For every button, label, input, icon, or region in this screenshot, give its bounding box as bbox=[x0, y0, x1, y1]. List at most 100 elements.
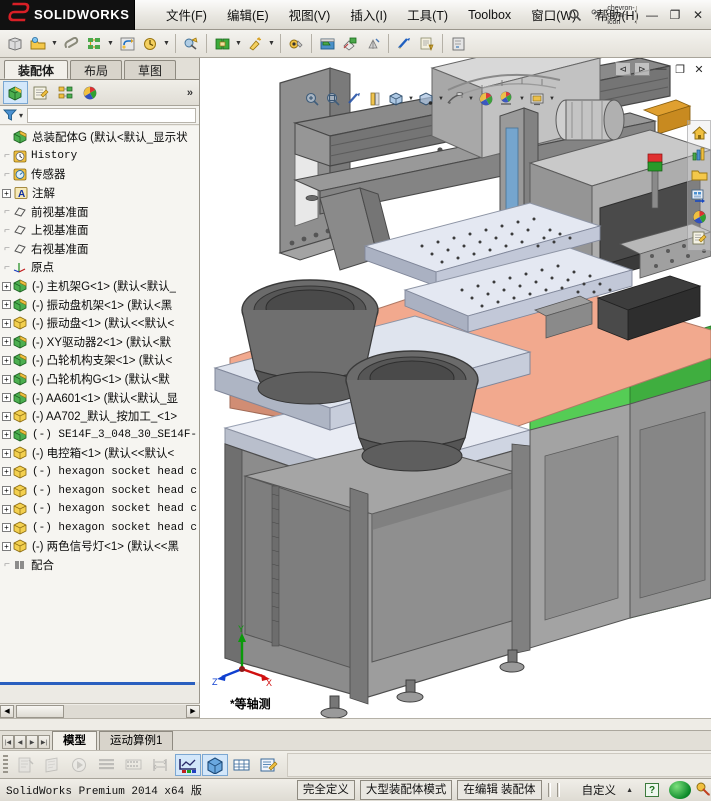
expand-toggle[interactable]: + bbox=[2, 541, 11, 551]
mass-properties-icon[interactable] bbox=[362, 33, 384, 55]
tree-item-component[interactable]: + (-) 主机架G<1> (默认<默认_ bbox=[0, 277, 199, 296]
select-icon[interactable] bbox=[180, 33, 202, 55]
redo-dropdown-arrow-icon[interactable]: ▼ bbox=[162, 33, 171, 55]
hide-show-arrow-icon[interactable]: ▼ bbox=[467, 89, 475, 109]
expand-toggle[interactable]: + bbox=[2, 188, 11, 198]
expand-panel-chevron-icon[interactable]: » bbox=[187, 87, 193, 99]
tree-item-component[interactable]: + (-) SE14F_3_048_30_SE14F- bbox=[0, 426, 199, 445]
new-document-icon[interactable] bbox=[4, 33, 26, 55]
tree-item-component[interactable]: + (-) 电控箱<1> (默认<<默认< bbox=[0, 444, 199, 463]
tree-item-history[interactable]: ⌐ History bbox=[0, 147, 199, 166]
expand-toggle[interactable]: + bbox=[2, 523, 11, 533]
display-style-arrow-icon[interactable]: ▼ bbox=[437, 89, 445, 109]
tree-item-annotations[interactable]: + A 注解 bbox=[0, 184, 199, 203]
menu-item-toolbox[interactable]: Toolbox bbox=[459, 4, 520, 26]
tree-item-mates[interactable]: ⌐ 配合 bbox=[0, 556, 199, 575]
close-button[interactable]: ✕ bbox=[687, 4, 709, 26]
help-badge-icon[interactable]: ? bbox=[645, 783, 659, 797]
view-settings-icon[interactable] bbox=[527, 89, 547, 109]
expand-toggle[interactable]: + bbox=[2, 374, 11, 384]
tree-item-right-plane[interactable]: ⌐ 右视基准面 bbox=[0, 240, 199, 259]
previous-view-icon[interactable] bbox=[344, 89, 364, 109]
tree-item-component[interactable]: + (-) 凸轮机构支架<1> (默认< bbox=[0, 351, 199, 370]
menu-item-view[interactable]: 视图(V) bbox=[280, 1, 340, 28]
edit-appearance-icon[interactable] bbox=[285, 33, 307, 55]
tab-model[interactable]: 模型 bbox=[52, 731, 97, 750]
calculate-icon[interactable] bbox=[13, 754, 39, 776]
scroll-track[interactable] bbox=[14, 704, 186, 718]
chevron-down-icon[interactable]: chevron-down-icon bbox=[607, 4, 634, 26]
undo-icon[interactable] bbox=[116, 33, 138, 55]
display-manager-icon[interactable] bbox=[78, 81, 103, 104]
help-search-icon[interactable]: ? bbox=[587, 4, 609, 26]
expand-toggle[interactable]: + bbox=[2, 393, 11, 403]
display-style-icon[interactable] bbox=[416, 89, 436, 109]
keyframe-icon[interactable] bbox=[121, 754, 147, 776]
open-document-icon[interactable] bbox=[27, 33, 49, 55]
tree-item-component[interactable]: + (-) 凸轮机构G<1> (默认<默 bbox=[0, 370, 199, 389]
expand-toggle[interactable]: + bbox=[2, 504, 11, 514]
tree-item-component[interactable]: + (-) 两色信号灯<1> (默认<<黑 bbox=[0, 537, 199, 556]
view-settings-arrow-icon[interactable]: ▼ bbox=[548, 89, 556, 109]
configuration-manager-icon[interactable] bbox=[53, 81, 78, 104]
restore-left-button[interactable]: ⊲ bbox=[615, 62, 631, 76]
tab-nav-last[interactable]: ▶| bbox=[38, 735, 50, 749]
save-animation-icon[interactable] bbox=[256, 754, 282, 776]
apply-scene-arrow-icon[interactable]: ▼ bbox=[518, 89, 526, 109]
design-library-icon[interactable] bbox=[689, 144, 709, 164]
tree-item-component[interactable]: + (-) AA702_默认_按加工_<1> bbox=[0, 407, 199, 426]
expand-toggle[interactable]: + bbox=[2, 318, 11, 328]
tree-item-component[interactable]: + (-) hexagon socket head c bbox=[0, 500, 199, 519]
sheet-metal-icon[interactable] bbox=[447, 33, 469, 55]
tree-item-top-plane[interactable]: ⌐ 上视基准面 bbox=[0, 221, 199, 240]
measure-icon[interactable] bbox=[339, 33, 361, 55]
sphere-icon[interactable] bbox=[669, 781, 691, 799]
print-icon[interactable] bbox=[83, 33, 105, 55]
tab-assembly[interactable]: 装配体 bbox=[4, 60, 69, 79]
zoom-area-icon[interactable] bbox=[323, 89, 343, 109]
view-orientation-icon[interactable] bbox=[386, 89, 406, 109]
filter-dropdown-icon[interactable]: ▾ bbox=[19, 111, 23, 120]
tree-item-component[interactable]: + (-) hexagon socket head c bbox=[0, 518, 199, 537]
view-orientation-arrow-icon[interactable]: ▼ bbox=[407, 89, 415, 109]
rebuild-icon[interactable] bbox=[211, 33, 233, 55]
filter-icon[interactable] bbox=[3, 108, 17, 122]
collision-check-icon[interactable] bbox=[202, 753, 228, 776]
view-palette-icon[interactable] bbox=[689, 186, 709, 206]
menu-item-insert[interactable]: 插入(I) bbox=[341, 1, 396, 28]
scroll-left-button[interactable]: ◀ bbox=[0, 704, 14, 718]
tab-nav-first[interactable]: |◀ bbox=[2, 735, 14, 749]
property-manager-icon[interactable] bbox=[28, 81, 53, 104]
expand-toggle[interactable]: + bbox=[2, 355, 11, 365]
graphics-viewport[interactable]: ⊲ ⊳ — ❐ ✕ ▼ ▼ ▼ ▼ ▼ *等轴测 Y X Z bbox=[200, 58, 711, 718]
tree-item-component[interactable]: + (-) hexagon socket head c bbox=[0, 481, 199, 500]
tree-item-origin[interactable]: ⌐ 原点 bbox=[0, 258, 199, 277]
toolbar-grip[interactable] bbox=[3, 754, 8, 775]
tab-nav-prev[interactable]: ◀ bbox=[14, 735, 26, 749]
custom-properties-icon[interactable] bbox=[689, 228, 709, 248]
tree-item-front-plane[interactable]: ⌐ 前视基准面 bbox=[0, 202, 199, 221]
file-explorer-icon[interactable] bbox=[689, 165, 709, 185]
pen-icon[interactable] bbox=[695, 781, 711, 800]
rebuild-dropdown-arrow-icon[interactable]: ▼ bbox=[234, 33, 243, 55]
options-dropdown-arrow-icon[interactable]: ▼ bbox=[267, 33, 276, 55]
tree-item-component[interactable]: + (-) XY驱动器2<1> (默认<默 bbox=[0, 333, 199, 352]
options-icon[interactable] bbox=[244, 33, 266, 55]
results-plot-icon[interactable] bbox=[175, 753, 201, 776]
expand-toggle[interactable]: + bbox=[2, 430, 11, 440]
redo-icon[interactable] bbox=[139, 33, 161, 55]
tab-nav-next[interactable]: ▶ bbox=[26, 735, 38, 749]
tree-item-sensors[interactable]: ⌐ 传感器 bbox=[0, 165, 199, 184]
tree-horizontal-scrollbar[interactable]: ◀ ▶ bbox=[0, 703, 200, 718]
menu-item-file[interactable]: 文件(F) bbox=[157, 1, 216, 28]
feature-tree-icon[interactable] bbox=[3, 81, 28, 104]
assembly-visualization-icon[interactable]: ! bbox=[416, 33, 438, 55]
restore-right-button[interactable]: ⊳ bbox=[634, 62, 650, 76]
doc-close-button[interactable]: ✕ bbox=[691, 62, 707, 76]
tab-layout[interactable]: 布局 bbox=[70, 60, 123, 79]
expand-toggle[interactable]: + bbox=[2, 337, 11, 347]
doc-restore-button[interactable]: ❐ bbox=[672, 62, 688, 76]
hide-show-icon[interactable] bbox=[446, 89, 466, 109]
expand-toggle[interactable]: + bbox=[2, 467, 11, 477]
tree-item-component[interactable]: + (-) 振动盘<1> (默认<<默认< bbox=[0, 314, 199, 333]
